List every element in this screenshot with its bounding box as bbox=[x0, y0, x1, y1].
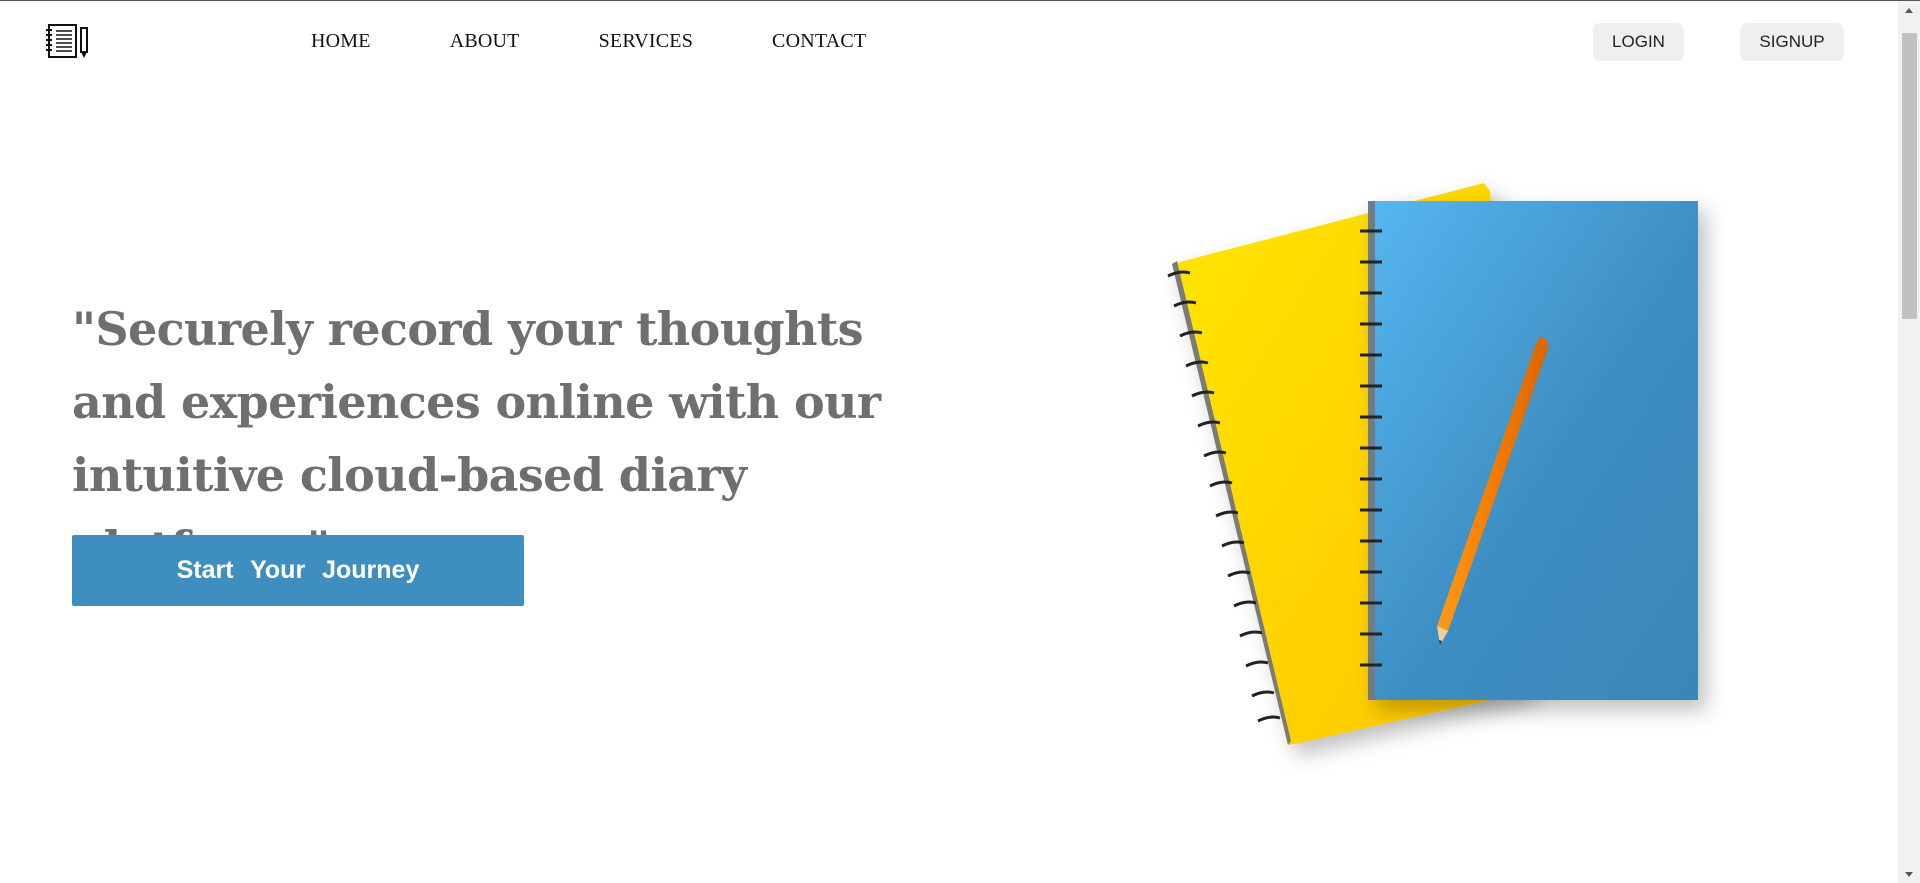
start-journey-button[interactable]: Start Your Journey bbox=[72, 535, 524, 606]
notebooks-and-pencil-illustration bbox=[1150, 171, 1770, 771]
nav-contact-link[interactable]: CONTACT bbox=[772, 30, 866, 53]
scroll-up-icon[interactable] bbox=[1898, 3, 1920, 19]
main-nav: HOME ABOUT SERVICES CONTACT bbox=[311, 30, 945, 53]
notebook-pencil-icon[interactable] bbox=[46, 23, 90, 59]
scroll-down-icon[interactable] bbox=[1898, 866, 1920, 882]
navbar: HOME ABOUT SERVICES CONTACT LOGIN SIGNUP bbox=[0, 1, 1898, 83]
nav-home-link[interactable]: HOME bbox=[311, 30, 371, 53]
nav-services-link[interactable]: SERVICES bbox=[599, 30, 693, 53]
login-button[interactable]: LOGIN bbox=[1593, 23, 1684, 61]
nav-about-link[interactable]: ABOUT bbox=[450, 30, 520, 53]
signup-button[interactable]: SIGNUP bbox=[1740, 23, 1844, 61]
scroll-thumb[interactable] bbox=[1902, 33, 1917, 319]
page-scrollbar[interactable] bbox=[1898, 1, 1920, 883]
